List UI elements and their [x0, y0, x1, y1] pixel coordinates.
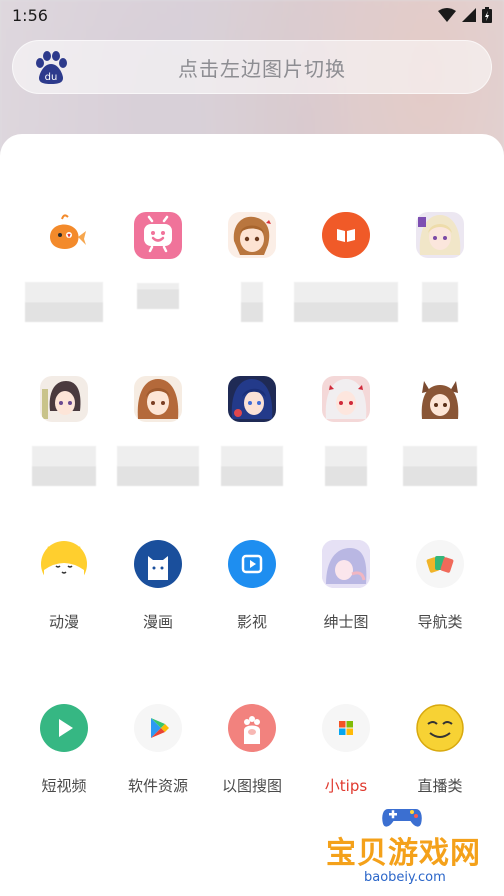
tile-label-blurred — [403, 446, 477, 486]
app-grid-sheet: 动漫 漫画 影视 绅士图 导航类 短视频 软件资源 以图搜图 小tips 直播类… — [0, 134, 504, 896]
grid-row-1 — [0, 212, 504, 322]
app-tile-software[interactable]: 软件资源 — [110, 704, 206, 814]
app-tile-image-search[interactable]: 以图搜图 — [204, 704, 300, 814]
anime-avatar-icon — [416, 376, 464, 422]
app-tile-video[interactable]: 影视 — [204, 540, 300, 650]
anime-avatar-icon — [228, 212, 276, 258]
anime-avatar-icon — [40, 376, 88, 422]
tile-label-blurred — [294, 282, 398, 322]
tile-label: 小tips — [324, 777, 368, 795]
cat-paw-icon — [228, 704, 276, 752]
tile-label: 软件资源 — [127, 777, 188, 795]
tile-label-blurred — [241, 282, 263, 322]
tile-label: 影视 — [236, 613, 267, 631]
app-tile[interactable] — [392, 212, 488, 322]
tile-label: 动漫 — [48, 613, 79, 631]
wifi-icon — [438, 8, 456, 22]
watermark-title: 宝贝游戏网 — [326, 836, 481, 871]
windows-logo-icon — [322, 704, 370, 752]
tile-label: 短视频 — [41, 777, 87, 795]
baidu-logo-icon[interactable]: du — [29, 45, 73, 89]
grid-row-2 — [0, 376, 504, 486]
app-tile[interactable] — [16, 212, 112, 322]
anime-avatar-icon — [322, 376, 370, 422]
app-tile-tips[interactable]: 小tips — [298, 704, 394, 814]
smug-face-icon — [416, 704, 464, 752]
tile-label-blurred — [32, 446, 96, 486]
search-placeholder[interactable]: 点击左边图片切换 — [73, 53, 491, 82]
tile-label: 漫画 — [142, 613, 173, 631]
blue-cat-icon — [134, 540, 182, 588]
app-tile-short-video[interactable]: 短视频 — [16, 704, 112, 814]
video-play-icon — [228, 540, 276, 588]
signal-icon — [462, 8, 476, 22]
anime-avatar-icon — [228, 376, 276, 422]
app-tile-live[interactable]: 直播类 — [392, 704, 488, 814]
site-watermark: 宝贝游戏网 baobeiy.com — [318, 802, 494, 892]
orange-fish-icon — [40, 212, 88, 258]
tile-label: 导航类 — [417, 613, 463, 631]
app-tile-anime[interactable]: 动漫 — [16, 540, 112, 650]
tile-label-blurred — [325, 446, 367, 486]
tile-label: 以图搜图 — [221, 777, 282, 795]
app-tile-navigation[interactable]: 导航类 — [392, 540, 488, 650]
gamepad-icon — [380, 807, 424, 829]
app-tile-gallery[interactable]: 绅士图 — [298, 540, 394, 650]
app-tile[interactable] — [204, 376, 300, 486]
watermark-url: baobeiy.com — [364, 870, 446, 885]
grid-row-4: 短视频 软件资源 以图搜图 小tips 直播类 — [0, 704, 504, 814]
battery-icon — [482, 7, 492, 23]
tile-label-blurred — [117, 446, 199, 486]
yellow-cat-icon — [40, 540, 88, 588]
app-tile-comics[interactable]: 漫画 — [110, 540, 206, 650]
green-play-icon — [40, 704, 88, 752]
search-bar[interactable]: du 点击左边图片切换 — [12, 40, 492, 94]
app-tile[interactable] — [110, 212, 206, 322]
tile-label-blurred — [137, 282, 179, 322]
play-store-icon — [134, 704, 182, 752]
status-bar: 1:56 — [0, 0, 504, 30]
cards-icon — [416, 540, 464, 588]
anime-avatar-icon — [134, 376, 182, 422]
app-tile[interactable] — [294, 212, 398, 322]
app-tile[interactable] — [110, 376, 206, 486]
app-tile[interactable] — [298, 376, 394, 486]
tile-label: 绅士图 — [323, 613, 369, 631]
anime-avatar-icon — [322, 540, 370, 588]
anime-avatar-icon — [416, 212, 464, 258]
orange-book-icon — [322, 212, 370, 258]
svg-text:du: du — [45, 72, 58, 83]
app-tile[interactable] — [16, 376, 112, 486]
tile-label-blurred — [221, 446, 283, 486]
status-time: 1:56 — [12, 5, 48, 25]
tile-label-blurred — [25, 282, 103, 322]
app-tile[interactable] — [392, 376, 488, 486]
pink-tv-icon — [134, 212, 182, 259]
grid-row-3: 动漫 漫画 影视 绅士图 导航类 — [0, 540, 504, 650]
app-tile[interactable] — [204, 212, 300, 322]
tile-label: 直播类 — [417, 777, 463, 795]
tile-label-blurred — [422, 282, 458, 322]
status-icons — [438, 7, 492, 23]
